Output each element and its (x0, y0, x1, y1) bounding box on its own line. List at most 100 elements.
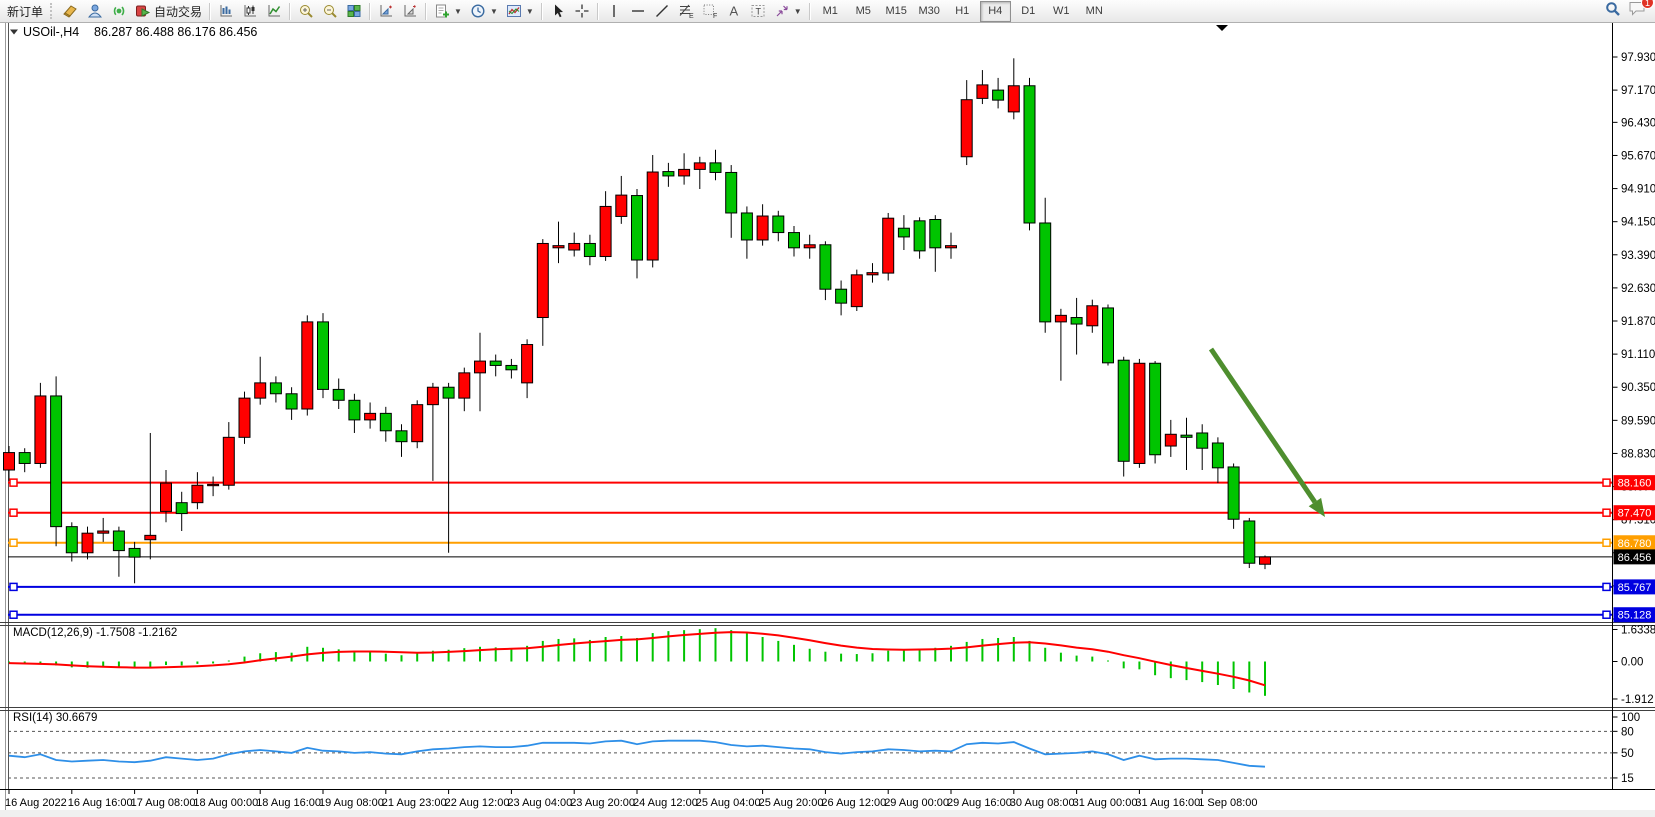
hline-handle[interactable] (10, 509, 17, 516)
crosshair-icon (574, 3, 590, 19)
trendline-button[interactable] (650, 1, 674, 21)
toolbar-right-tools: 1 (1604, 0, 1655, 23)
candle (380, 413, 391, 430)
rsi-axis-tick: 15 (1621, 773, 1634, 785)
price-badge-label: 85.128 (1618, 610, 1652, 622)
time-axis-label: 29 Aug 00:00 (884, 797, 949, 809)
candle (946, 246, 957, 248)
tile-windows-icon (346, 3, 362, 19)
template-button[interactable]: ▼ (502, 1, 538, 21)
candle (647, 172, 658, 260)
hline-handle[interactable] (1603, 583, 1610, 590)
price-axis-tick: 94.910 (1621, 184, 1655, 196)
candlestick-chart-button[interactable] (238, 1, 262, 21)
timeframe-button-M1[interactable]: M1 (815, 1, 846, 22)
candle (632, 196, 643, 260)
candle (490, 361, 501, 365)
line-chart-button[interactable] (262, 1, 286, 21)
crosshair-button[interactable] (570, 1, 594, 21)
auto-trading-label: 自动交易 (154, 3, 202, 20)
hline-handle[interactable] (10, 583, 17, 590)
timeframe-group: M1M5M15M30H1H4D1W1MN (814, 1, 1111, 22)
hline-handle[interactable] (10, 611, 17, 618)
timeframe-button-W1[interactable]: W1 (1046, 1, 1077, 22)
timeframe-button-M30[interactable]: M30 (914, 1, 945, 22)
candle (1040, 223, 1051, 322)
candle (1008, 86, 1019, 112)
candle (19, 453, 30, 464)
hline-handle[interactable] (1603, 539, 1610, 546)
candle (318, 322, 329, 390)
candle (365, 413, 376, 420)
auto-trading-button[interactable]: 自动交易 (131, 1, 206, 21)
bar-chart-button[interactable] (214, 1, 238, 21)
timeframe-button-M15[interactable]: M15 (881, 1, 912, 22)
zoom-in-button[interactable] (294, 1, 318, 21)
timeframe-button-H1[interactable]: H1 (947, 1, 978, 22)
vertical-line-icon (606, 3, 622, 19)
arrange-shift-button[interactable] (398, 1, 422, 21)
hline-handle[interactable] (10, 479, 17, 486)
profile-button[interactable] (83, 1, 107, 21)
hline-handle[interactable] (1603, 479, 1610, 486)
time-axis-label: 22 Aug 12:00 (445, 797, 510, 809)
broadcast-button[interactable] (107, 1, 131, 21)
vertical-line-button[interactable] (602, 1, 626, 21)
price-badge-label: 88.160 (1618, 478, 1652, 490)
fibonacci-button[interactable]: E (674, 1, 698, 21)
timeframe-button-MN[interactable]: MN (1079, 1, 1110, 22)
dropdown-caret: ▼ (526, 7, 534, 16)
tile-windows-button[interactable] (342, 1, 366, 21)
candle (286, 394, 297, 409)
candle (208, 484, 219, 485)
timeframe-button-M5[interactable]: M5 (848, 1, 879, 22)
horizontal-line-button[interactable] (626, 1, 650, 21)
price-axis-tick: 95.670 (1621, 150, 1655, 162)
candle (349, 400, 360, 420)
candle (1103, 308, 1114, 363)
hammer-button[interactable] (59, 1, 83, 21)
auto-trading-icon (135, 3, 151, 19)
price-axis-tick: 97.170 (1621, 85, 1655, 97)
chat-button[interactable]: 1 (1628, 0, 1647, 22)
timeframe-button-H4[interactable]: H4 (980, 1, 1011, 22)
hline-handle[interactable] (1603, 611, 1610, 618)
period-icon (470, 3, 486, 19)
line-chart-icon (266, 3, 282, 19)
toolbar-separator (289, 3, 291, 20)
cursor-button[interactable] (546, 1, 570, 21)
svg-text:E: E (689, 13, 694, 19)
search-button[interactable] (1604, 0, 1622, 23)
time-axis-label: 25 Aug 20:00 (759, 797, 824, 809)
toolbar-separator (809, 3, 811, 20)
arrange-charts-button[interactable] (374, 1, 398, 21)
chart-title-symbol: USOil-,H4 (23, 25, 79, 39)
new-chart-button[interactable]: ▼ (430, 1, 466, 21)
candle (427, 387, 438, 404)
hline-handle[interactable] (1603, 509, 1610, 516)
arrows-button[interactable]: ▼ (770, 1, 806, 21)
text-icon: A (726, 3, 742, 19)
candle (741, 213, 752, 240)
dropdown-caret: ▼ (490, 7, 498, 16)
candle (192, 485, 203, 502)
toolbar-separator (425, 3, 427, 20)
price-axis-tick: 91.110 (1621, 349, 1655, 361)
candle (51, 396, 62, 527)
svg-text:A: A (729, 4, 738, 19)
time-axis-label: 18 Aug 00:00 (193, 797, 258, 809)
timeframe-button-D1[interactable]: D1 (1013, 1, 1044, 22)
text-button[interactable]: A (722, 1, 746, 21)
candle (584, 243, 595, 256)
label-button[interactable]: T (746, 1, 770, 21)
period-button[interactable]: ▼ (466, 1, 502, 21)
grid-f-button[interactable]: F (698, 1, 722, 21)
hline-handle[interactable] (10, 539, 17, 546)
grid-f-icon: F (702, 3, 718, 19)
candle (914, 221, 925, 251)
candle (35, 396, 46, 464)
candle (223, 437, 234, 485)
zoom-out-button[interactable] (318, 1, 342, 21)
candle (710, 163, 721, 173)
new-order-button[interactable]: 新订单 (3, 1, 47, 21)
